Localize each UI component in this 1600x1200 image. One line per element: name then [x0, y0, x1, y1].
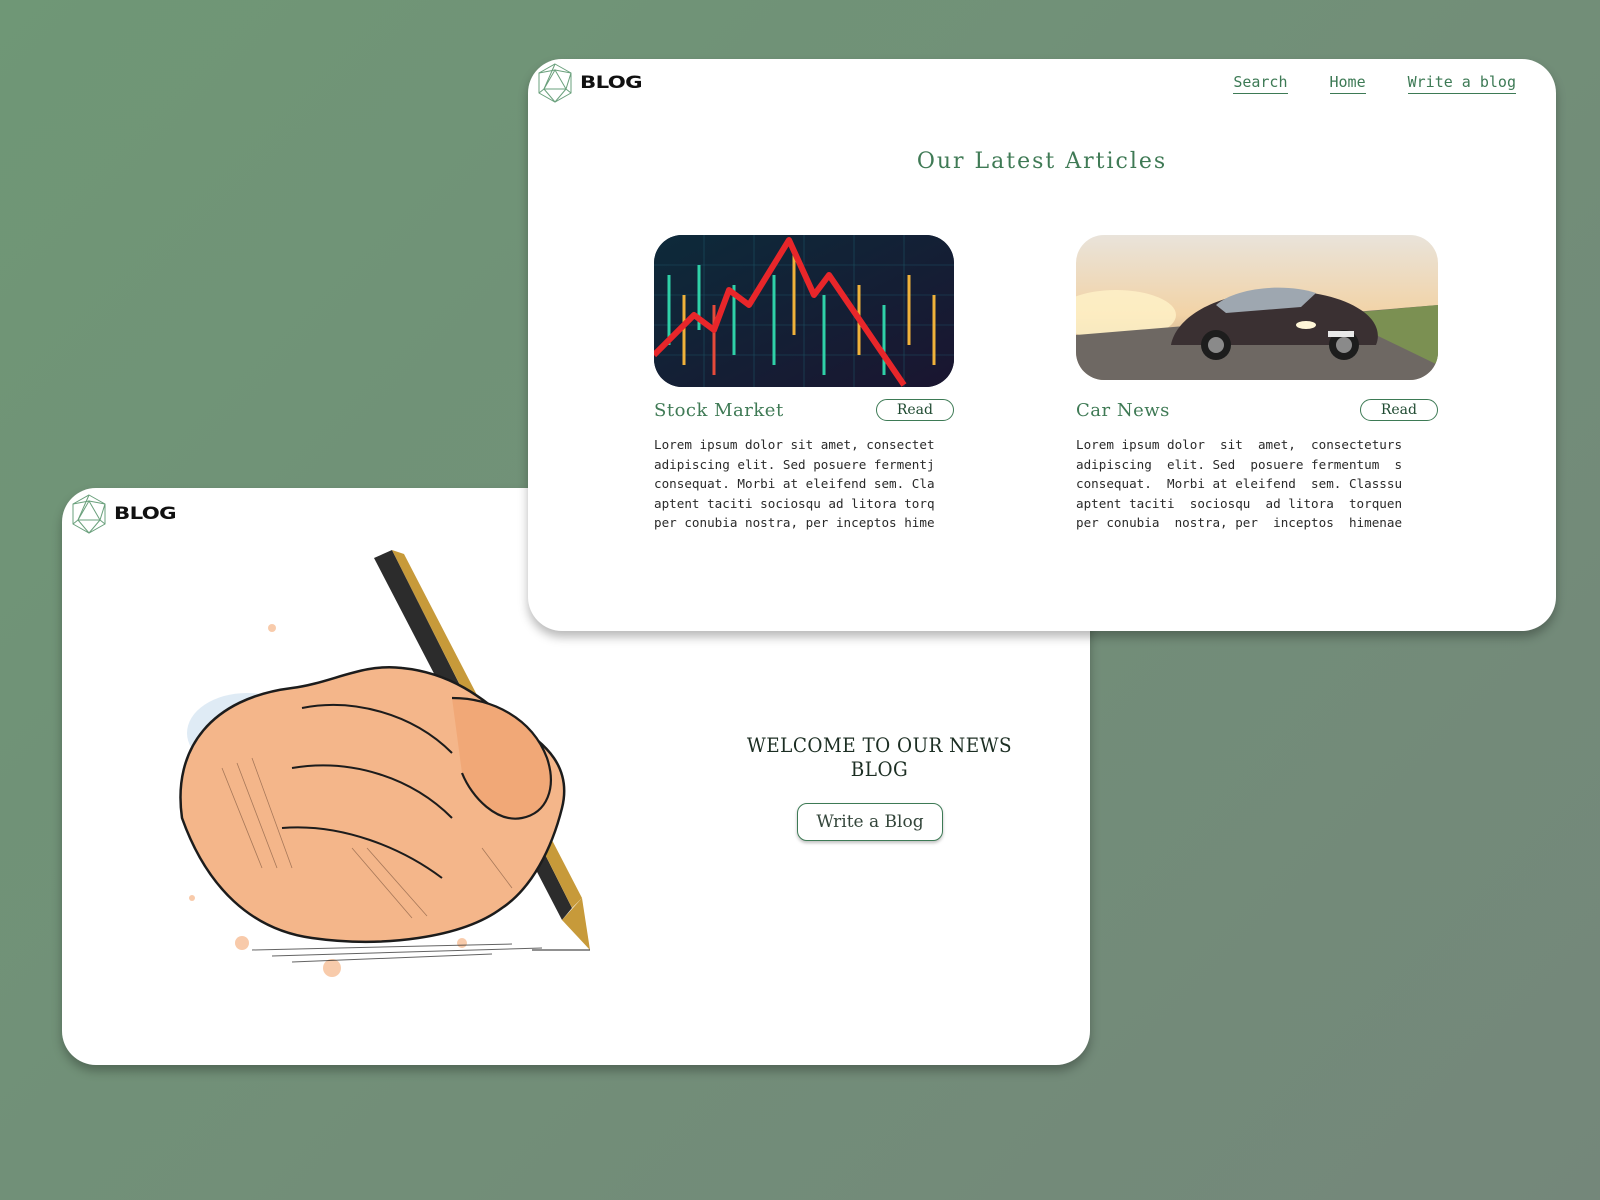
articles-page-window: BLOG Search Home Write a blog Our Latest…	[528, 59, 1556, 631]
excerpt-line: Lorem ipsum dolor sit amet, consecteturs	[1076, 437, 1403, 452]
article-title[interactable]: Car News	[1076, 400, 1170, 421]
article-card-car-news: Car News Read Lorem ipsum dolor sit amet…	[1076, 235, 1438, 533]
car-photo-graphic	[1076, 235, 1438, 380]
logo-text: BLOG	[580, 73, 643, 93]
excerpt-line: aptent taciti sociosqu ad litora torquen	[1076, 495, 1403, 511]
article-header: Stock Market Read	[654, 399, 954, 421]
nav-home-link[interactable]: Home	[1329, 73, 1366, 94]
article-header: Car News Read	[1076, 399, 1438, 421]
excerpt-line: adipiscing elit. Sed posuere fermentj	[654, 456, 935, 472]
stock-chart-graphic	[654, 235, 954, 387]
excerpt-line: aptent taciti sociosqu ad litora torq	[654, 495, 935, 511]
excerpt-line: adipiscing elit. Sed posuere fermentum s	[1076, 456, 1403, 472]
logo-text: BLOG	[114, 504, 177, 524]
site-logo[interactable]: BLOG	[70, 494, 177, 534]
article-excerpt: Lorem ipsum dolor sit amet, consectet ad…	[654, 435, 954, 533]
car-news-image[interactable]	[1076, 235, 1438, 380]
write-a-blog-button[interactable]: Write a Blog	[797, 803, 943, 841]
section-title: Our Latest Articles	[916, 149, 1168, 174]
geometric-logo-icon	[72, 494, 106, 534]
nav-write-blog-link[interactable]: Write a blog	[1407, 73, 1516, 94]
read-button[interactable]: Read	[875, 399, 954, 421]
excerpt-line: consequat. Morbi at eleifend sem. Classs…	[1076, 476, 1403, 491]
nav-search-link[interactable]: Search	[1233, 73, 1288, 94]
excerpt-line: per conubia nostra, per inceptos himenae	[1076, 515, 1403, 530]
excerpt-line: consequat. Morbi at eleifend sem. Cla	[654, 476, 935, 491]
stock-market-image[interactable]	[654, 235, 954, 387]
excerpt-line: per conubia nostra, per inceptos hime	[654, 515, 935, 530]
geometric-logo-icon	[538, 63, 572, 103]
article-excerpt: Lorem ipsum dolor sit amet, consecteturs…	[1076, 435, 1438, 533]
read-button[interactable]: Read	[1359, 399, 1438, 421]
article-card-stock-market: Stock Market Read Lorem ipsum dolor sit …	[654, 235, 954, 533]
top-nav: Search Home Write a blog	[1233, 73, 1516, 94]
welcome-heading: WELCOME TO OUR NEWS BLOG	[746, 733, 1013, 781]
article-title[interactable]: Stock Market	[654, 400, 784, 421]
excerpt-line: Lorem ipsum dolor sit amet, consectet	[654, 437, 935, 452]
site-logo[interactable]: BLOG	[536, 63, 643, 103]
